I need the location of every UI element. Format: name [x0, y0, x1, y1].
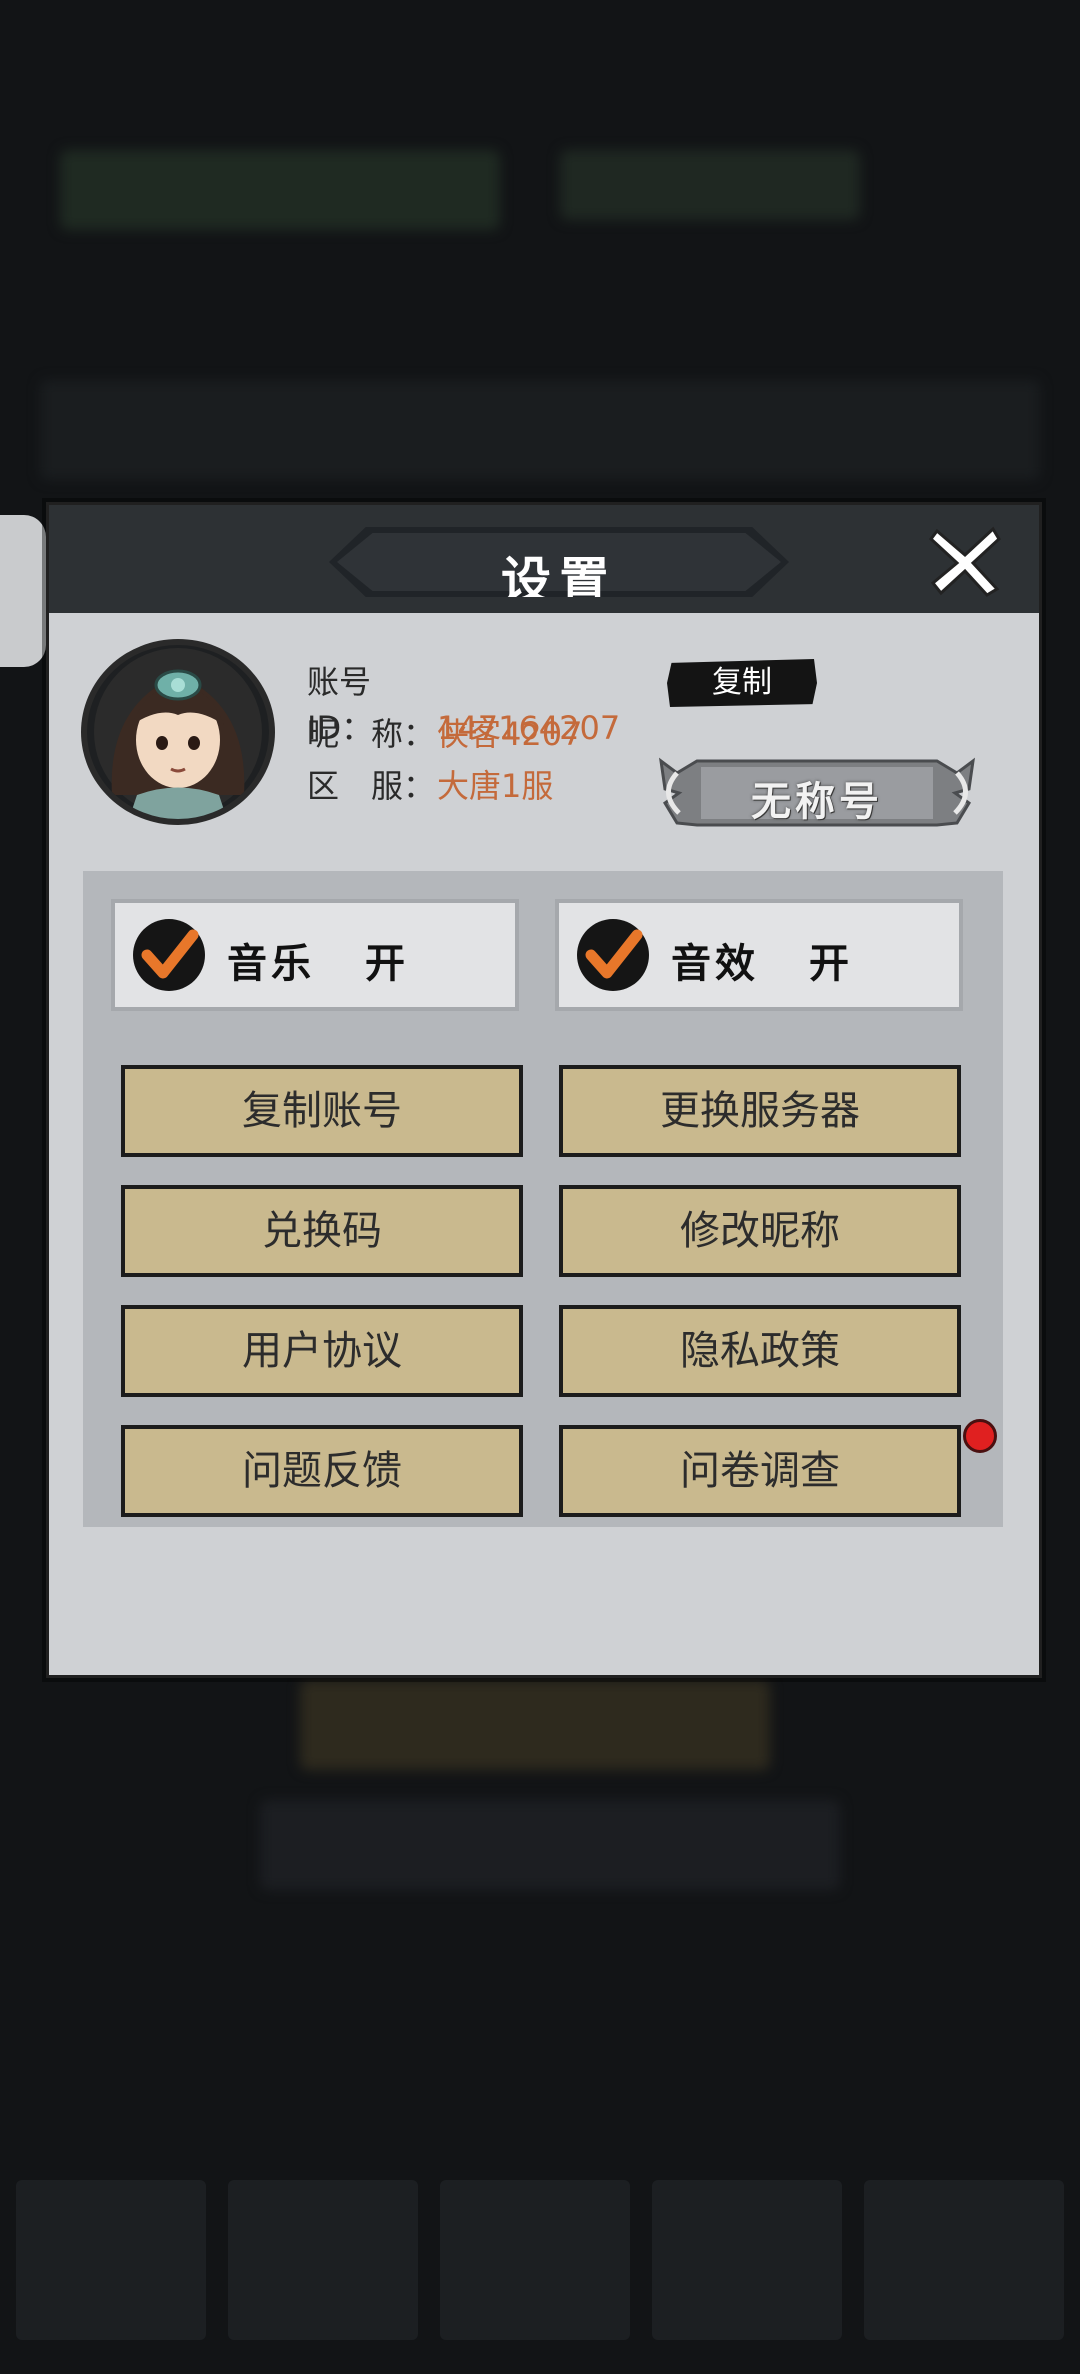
edit-nickname-button[interactable]: 修改昵称 [559, 1185, 961, 1277]
copy-account-button[interactable]: 复制账号 [121, 1065, 523, 1157]
user-agreement-button[interactable]: 用户协议 [121, 1305, 523, 1397]
feedback-button[interactable]: 问题反馈 [121, 1425, 523, 1517]
sound-effect-state: 开 [809, 940, 849, 987]
server-value: 大唐1服 [437, 767, 554, 805]
copy-id-button[interactable]: 复制 [667, 659, 817, 707]
checkmark-icon [577, 919, 649, 991]
server-row: 区 服：大唐1服 [307, 761, 553, 807]
server-label: 区 服： [307, 767, 436, 805]
privacy-policy-button[interactable]: 隐私政策 [559, 1305, 961, 1397]
survey-notification-dot [963, 1419, 997, 1453]
settings-panel: 音乐 开 音效 开 复制账号 更换服务器 兑换码 修改昵称 用户协议 隐私政策 … [83, 871, 1003, 1527]
title-badge-label: 无称号 [751, 778, 883, 825]
nickname-value: 侠客4207 [437, 715, 583, 753]
dialog-header: 设置 [49, 505, 1039, 613]
sound-effect-toggle[interactable]: 音效 开 [555, 899, 963, 1011]
side-edge-handle[interactable] [0, 515, 46, 667]
survey-button[interactable]: 问卷调查 [559, 1425, 961, 1517]
sound-effect-label: 音效 [671, 940, 759, 987]
checkmark-icon [133, 919, 205, 991]
nickname-label: 昵 称： [307, 715, 436, 753]
settings-dialog: 设置 账号ID： 147164207 昵 称：侠客4207 区 服：大唐1服 复… [46, 502, 1042, 1678]
close-x-icon [928, 526, 1001, 597]
title-plate: 设置 [329, 527, 789, 597]
music-toggle[interactable]: 音乐 开 [111, 899, 519, 1011]
dialog-title: 设置 [501, 551, 617, 610]
music-state: 开 [365, 940, 405, 987]
title-badge[interactable]: 无称号 [657, 753, 977, 831]
music-label: 音乐 [227, 940, 315, 987]
redeem-code-button[interactable]: 兑换码 [121, 1185, 523, 1277]
player-avatar[interactable] [87, 645, 269, 819]
change-server-button[interactable]: 更换服务器 [559, 1065, 961, 1157]
close-button[interactable] [925, 521, 1005, 601]
character-portrait-icon [94, 648, 262, 819]
nickname-row: 昵 称：侠客4207 [307, 709, 582, 755]
